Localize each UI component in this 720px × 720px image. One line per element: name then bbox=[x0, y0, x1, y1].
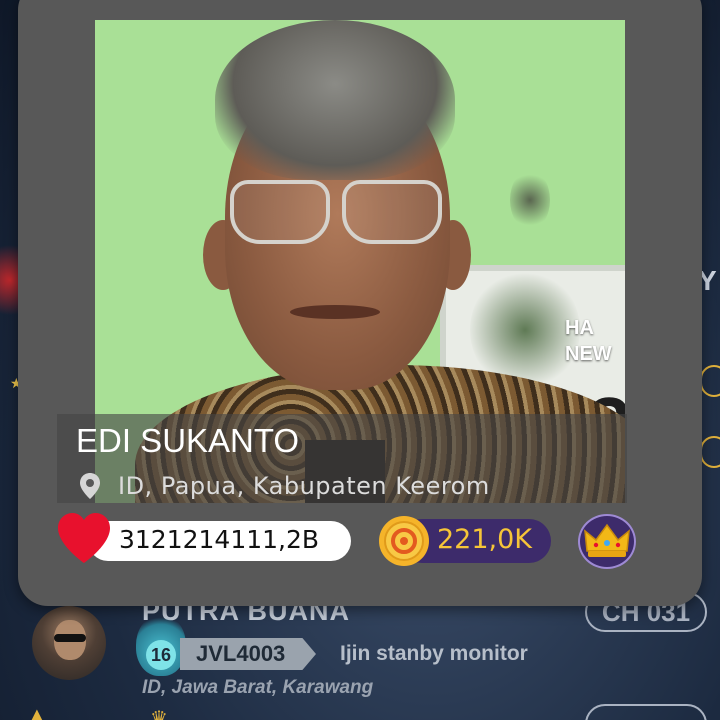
list-item-location: ID, Jawa Barat, Karawang bbox=[142, 677, 374, 698]
avatar[interactable] bbox=[32, 606, 106, 680]
heart-icon bbox=[58, 513, 110, 563]
coin-icon bbox=[379, 516, 429, 566]
crown-icon: ♛ bbox=[150, 708, 168, 720]
level-badge: 16 bbox=[146, 640, 176, 670]
user-name: EDI SUKANTO bbox=[76, 422, 300, 459]
crown-icon bbox=[584, 523, 630, 557]
user-location: ID, Papua, Kabupaten Keerom bbox=[118, 472, 490, 500]
background-pill bbox=[700, 365, 720, 397]
channel-badge[interactable] bbox=[585, 704, 707, 720]
status-text: Ijin stanby monitor bbox=[340, 642, 528, 665]
star-icon: ▲ bbox=[28, 704, 46, 720]
likes-count: 3121214111,2B bbox=[119, 525, 320, 554]
background-pill bbox=[700, 436, 720, 468]
user-tag: JVL4003 bbox=[180, 638, 316, 670]
coin-count: 221,0K bbox=[437, 524, 533, 555]
location-pin-icon bbox=[80, 473, 100, 499]
poster-text: HA NEW bbox=[565, 317, 612, 365]
